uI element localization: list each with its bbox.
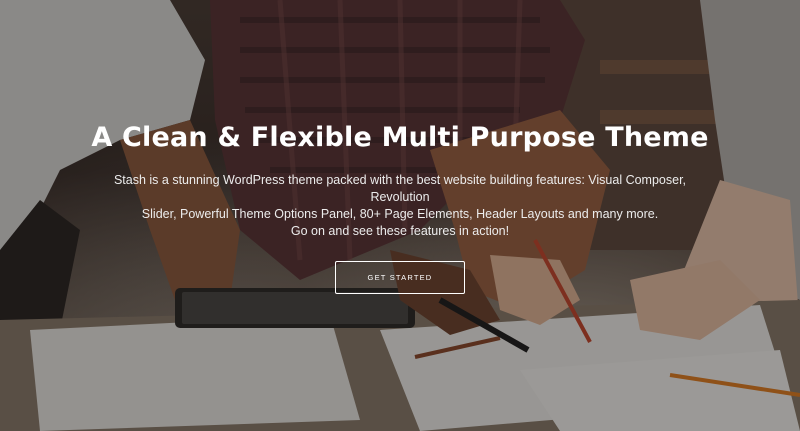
hero-content: A Clean & Flexible Multi Purpose Theme S… — [0, 118, 800, 294]
hero-headline: A Clean & Flexible Multi Purpose Theme — [91, 122, 709, 153]
hero-description-line: Stash is a stunning WordPress theme pack… — [113, 173, 687, 204]
hero-description-line: Go on and see these features in action! — [290, 224, 510, 238]
hero-description: Stash is a stunning WordPress theme pack… — [100, 172, 700, 240]
hero-description-line: Slider, Powerful Theme Options Panel, 80… — [141, 207, 659, 221]
hero-section: A Clean & Flexible Multi Purpose Theme S… — [0, 0, 800, 431]
get-started-button[interactable]: GET STARTED — [335, 261, 465, 294]
